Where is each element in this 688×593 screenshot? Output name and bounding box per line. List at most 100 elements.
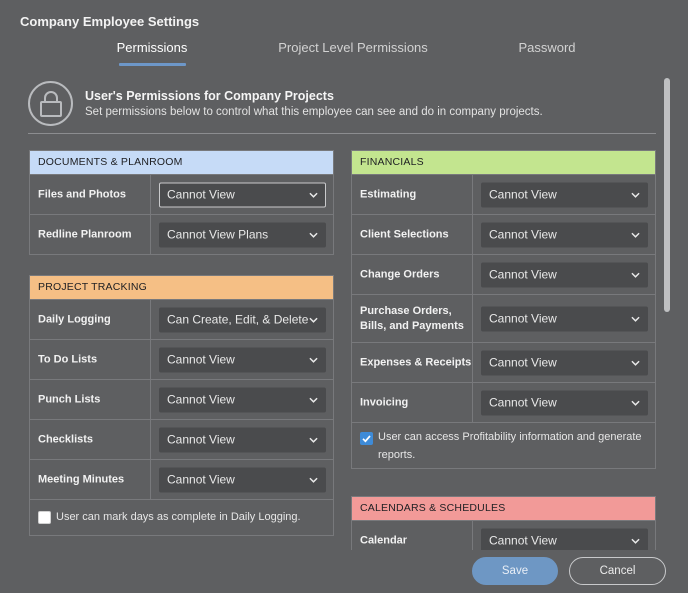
row-label: Purchase Orders, Bills, and Payments (360, 304, 464, 334)
row-label: Change Orders (360, 268, 440, 280)
to-do-lists-select[interactable]: Cannot View (159, 347, 326, 372)
checkbox-label: User can access Profitability informatio… (378, 428, 642, 464)
tab-password[interactable]: Password (518, 40, 575, 55)
permission-row-purchase-orders: Purchase Orders, Bills, and Payments Can… (352, 294, 655, 342)
checklists-select[interactable]: Cannot View (159, 427, 326, 452)
checkbox-label-line: reports. (378, 449, 416, 461)
tab-permissions[interactable]: Permissions (117, 40, 188, 55)
column-divider (150, 460, 151, 499)
calendars-schedules-header: CALENDARS & SCHEDULES (352, 497, 655, 520)
permission-row-meeting-minutes: Meeting Minutes Cannot View (30, 459, 333, 499)
column-divider (472, 255, 473, 294)
purchase-orders-select[interactable]: Cannot View (481, 306, 648, 331)
chevron-down-icon (309, 232, 318, 238)
invoicing-select[interactable]: Cannot View (481, 390, 648, 415)
documents-planroom-header: DOCUMENTS & PLANROOM (30, 151, 333, 174)
row-label-line: Bills, and Payments (360, 319, 464, 332)
punch-lists-select[interactable]: Cannot View (159, 387, 326, 412)
chevron-down-icon (631, 538, 640, 544)
calendars-schedules-panel: CALENDARS & SCHEDULES Calendar Cannot Vi… (351, 496, 656, 550)
profitability-option: User can access Profitability informatio… (352, 422, 655, 468)
permission-row-invoicing: Invoicing Cannot View (352, 382, 655, 422)
tab-project-level-permissions[interactable]: Project Level Permissions (278, 40, 428, 55)
row-label: Checklists (38, 433, 94, 445)
select-value: Cannot View (167, 392, 235, 406)
permission-row-to-do-lists: To Do Lists Cannot View (30, 339, 333, 379)
project-tracking-panel: PROJECT TRACKING Daily Logging Can Creat… (29, 275, 334, 536)
select-value: Cannot View (489, 187, 557, 201)
permission-row-files-photos: Files and Photos Cannot View (30, 174, 333, 214)
expenses-receipts-select[interactable]: Cannot View (481, 350, 648, 375)
cancel-button[interactable]: Cancel (569, 557, 666, 585)
chevron-down-icon (631, 192, 640, 198)
column-divider (150, 175, 151, 214)
permission-row-estimating: Estimating Cannot View (352, 174, 655, 214)
meeting-minutes-select[interactable]: Cannot View (159, 467, 326, 492)
row-label: Calendar (360, 534, 408, 546)
column-divider (472, 343, 473, 382)
project-tracking-header: PROJECT TRACKING (30, 276, 333, 299)
select-value: Cannot View (167, 352, 235, 366)
intro-title: User's Permissions for Company Projects (85, 89, 334, 103)
row-label: Expenses & Receipts (360, 356, 472, 368)
row-label: Meeting Minutes (38, 473, 125, 485)
select-value: Cannot View (489, 355, 557, 369)
intro-subtitle: Set permissions below to control what th… (85, 106, 543, 118)
permission-row-checklists: Checklists Cannot View (30, 419, 333, 459)
column-divider (150, 420, 151, 459)
dialog-title: Company Employee Settings (20, 14, 200, 29)
row-label: Daily Logging (38, 313, 111, 325)
check-icon (362, 435, 371, 443)
chevron-down-icon (631, 232, 640, 238)
financials-panel: FINANCIALS Estimating Cannot View Client… (351, 150, 656, 469)
permission-row-daily-logging: Daily Logging Can Create, Edit, & Delete (30, 299, 333, 339)
permission-row-redline-planroom: Redline Planroom Cannot View Plans (30, 214, 333, 254)
select-value: Cannot View (167, 432, 235, 446)
column-divider (472, 175, 473, 214)
change-orders-select[interactable]: Cannot View (481, 262, 648, 287)
chevron-down-icon (309, 477, 318, 483)
row-label: To Do Lists (38, 353, 98, 365)
checkbox-label: User can mark days as complete in Daily … (56, 511, 301, 523)
chevron-down-icon (309, 437, 318, 443)
select-value: Can Create, Edit, & Delete (167, 312, 309, 326)
intro-divider (28, 133, 656, 134)
column-divider (472, 295, 473, 342)
daily-logging-select[interactable]: Can Create, Edit, & Delete (159, 307, 326, 332)
chevron-down-icon (631, 316, 640, 322)
daily-logging-complete-checkbox[interactable] (38, 511, 51, 524)
documents-planroom-panel: DOCUMENTS & PLANROOM Files and Photos Ca… (29, 150, 334, 255)
column-divider (472, 215, 473, 254)
save-button[interactable]: Save (472, 557, 558, 585)
lock-icon (28, 81, 73, 126)
client-selections-select[interactable]: Cannot View (481, 222, 648, 247)
chevron-down-icon (631, 400, 640, 406)
permission-row-change-orders: Change Orders Cannot View (352, 254, 655, 294)
row-label: Files and Photos (38, 188, 127, 200)
calendar-select[interactable]: Cannot View (481, 528, 648, 550)
estimating-select[interactable]: Cannot View (481, 182, 648, 207)
select-value: Cannot View (489, 395, 557, 409)
chevron-down-icon (309, 357, 318, 363)
select-value: Cannot View (489, 267, 557, 281)
row-label-line: Purchase Orders, (360, 304, 452, 317)
select-value: Cannot View (489, 227, 557, 241)
redline-planroom-select[interactable]: Cannot View Plans (159, 222, 326, 247)
daily-logging-complete-option: User can mark days as complete in Daily … (30, 499, 333, 535)
select-value: Cannot View (489, 311, 557, 325)
column-divider (472, 383, 473, 422)
profitability-checkbox[interactable] (360, 432, 373, 445)
row-label: Estimating (360, 188, 417, 200)
permissions-scroll-area: User's Permissions for Company Projects … (0, 70, 688, 550)
row-label: Client Selections (360, 228, 449, 240)
files-photos-select[interactable]: Cannot View (159, 182, 326, 207)
permission-row-calendar: Calendar Cannot View (352, 520, 655, 550)
select-value: Cannot View (489, 533, 557, 547)
tab-bar: Permissions Project Level Permissions Pa… (0, 36, 688, 66)
chevron-down-icon (309, 192, 318, 198)
scrollbar-thumb[interactable] (664, 78, 670, 312)
select-value: Cannot View (167, 187, 235, 201)
column-divider (150, 300, 151, 339)
permission-row-expenses-receipts: Expenses & Receipts Cannot View (352, 342, 655, 382)
row-label: Redline Planroom (38, 228, 132, 240)
